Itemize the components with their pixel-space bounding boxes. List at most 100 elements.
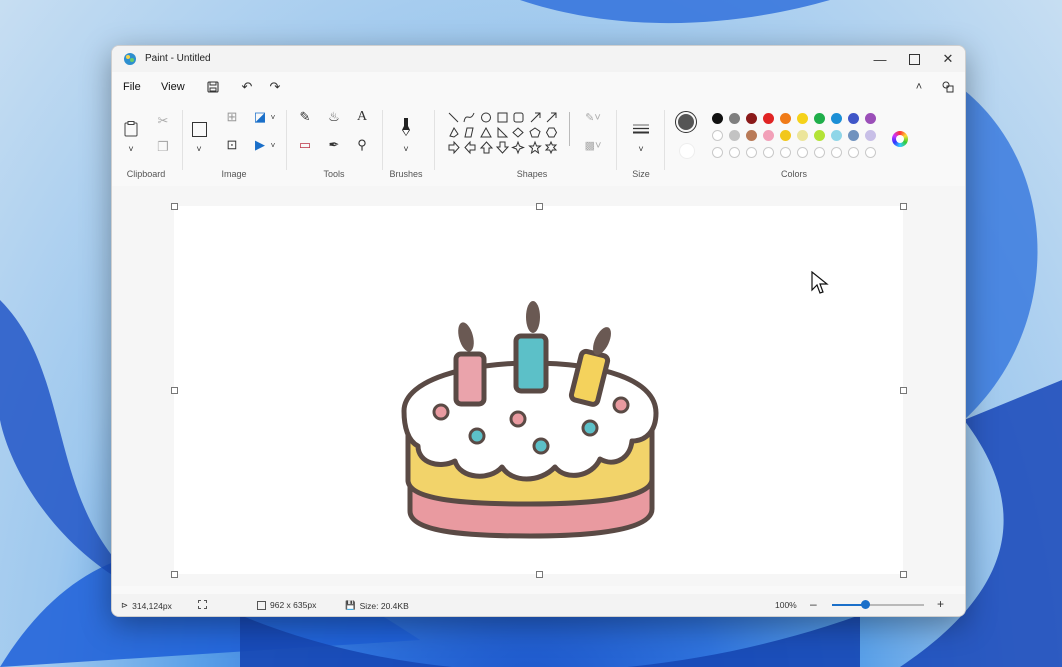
menu-file[interactable]: File [123,81,141,93]
custom-color-slot[interactable] [746,147,757,158]
zoom-out-button[interactable]: – [810,597,817,611]
selection-rectangle-icon [191,121,207,137]
chevron-up-icon: ˄ [915,81,923,93]
paste-dropdown[interactable]: ˅ [122,140,140,158]
color-swatch[interactable] [763,113,774,124]
pentagon-shape-icon [529,127,541,138]
color-swatch[interactable] [746,130,757,141]
zoom-slider[interactable] [832,600,924,609]
zoom-level: 100% [775,600,797,610]
edit-colors-button[interactable] [892,131,908,147]
fill-button[interactable]: ♨ [325,108,343,126]
resize-button[interactable]: ⊡ [223,136,241,154]
color-swatch[interactable] [797,130,808,141]
color1-selector[interactable] [675,111,697,133]
shapes-gallery[interactable] [446,111,562,157]
color2-selector[interactable] [679,143,695,159]
layers-button[interactable] [939,78,957,96]
chevron-down-icon: ˅ [638,144,644,154]
shapes-scroll-divider [569,112,570,146]
menu-view[interactable]: View [161,81,185,93]
chevron-down-icon: ˅ [128,144,134,154]
paste-icon [124,121,138,137]
custom-color-slot[interactable] [712,130,723,141]
resize-handle-bottom-right[interactable] [900,571,907,578]
custom-color-slot[interactable] [729,147,740,158]
text-icon: A [356,109,368,124]
shape-outline-button[interactable]: ✎˅ [584,108,602,126]
paste-button[interactable] [122,120,140,138]
resize-handle-bottom-left[interactable] [171,571,178,578]
line-shape-icon [448,112,459,123]
arrow-up-right-shape-icon [546,112,557,123]
eraser-button[interactable]: ▭ [296,136,314,154]
drawing-canvas[interactable] [174,206,903,574]
brushes-dropdown[interactable]: ˅ [397,140,415,158]
zoom-slider-thumb[interactable] [861,600,871,609]
custom-color-slot[interactable] [831,147,842,158]
color-swatch[interactable] [729,130,740,141]
image-select-dropdown[interactable]: ˅ [264,108,282,126]
group-label-clipboard: Clipboard [126,169,166,179]
oval-shape-icon [481,112,491,123]
magnifier-button[interactable]: ⚲ [353,136,371,154]
custom-color-slot[interactable] [763,147,774,158]
select-button[interactable] [190,120,208,138]
shape-fill-button[interactable]: ▩˅ [584,136,602,154]
select-dropdown[interactable]: ˅ [190,140,208,158]
custom-color-slot[interactable] [797,147,808,158]
rotate-dropdown[interactable]: ˅ [264,136,282,154]
copy-button[interactable]: ❐ [154,138,172,156]
color-swatch[interactable] [712,113,723,124]
divider [382,110,383,170]
custom-color-slot[interactable] [780,147,791,158]
undo-button[interactable]: ↶ [238,78,256,96]
color-swatch[interactable] [865,113,876,124]
pencil-button[interactable]: ✎ [296,108,314,126]
size-dropdown[interactable]: ˅ [632,140,650,158]
resize-handle-left[interactable] [171,387,178,394]
color-swatch[interactable] [780,113,791,124]
color-swatch[interactable] [831,130,842,141]
collapse-ribbon-button[interactable]: ˄ [910,78,928,96]
title-bar[interactable]: Paint - Untitled — ✕ [112,46,965,72]
color-swatch[interactable] [814,130,825,141]
resize-handle-top[interactable] [536,203,543,210]
chevron-down-icon: ˅ [196,144,202,154]
redo-button[interactable]: ↷ [266,78,284,96]
text-button[interactable]: A [353,108,371,126]
undo-icon: ↶ [241,79,253,94]
color-swatch[interactable] [797,113,808,124]
brushes-button[interactable] [397,118,415,136]
color-swatch[interactable] [865,130,876,141]
color-swatch[interactable] [780,130,791,141]
color-swatch[interactable] [831,113,842,124]
cut-button[interactable]: ✂ [154,112,172,130]
color-swatch[interactable] [848,113,859,124]
color-swatch[interactable] [814,113,825,124]
crop-button[interactable]: ⊞ [223,108,241,126]
resize-handle-bottom[interactable] [536,571,543,578]
custom-color-slot[interactable] [848,147,859,158]
custom-color-slot[interactable] [814,147,825,158]
color-swatch[interactable] [848,130,859,141]
freeform-shape-icon [464,127,474,138]
size-button[interactable] [632,120,650,138]
resize-handle-right[interactable] [900,387,907,394]
color-swatch[interactable] [729,113,740,124]
color-swatch[interactable] [763,130,774,141]
close-button[interactable]: ✕ [931,46,965,72]
zoom-in-button[interactable]: + [937,597,944,611]
resize-handle-top-right[interactable] [900,203,907,210]
color-swatch[interactable] [746,113,757,124]
arrow-diagonal-shape-icon [530,112,541,123]
custom-color-slot[interactable] [712,147,723,158]
paint-app-icon [124,53,136,65]
close-icon: ✕ [942,51,954,66]
maximize-button[interactable] [897,46,931,72]
resize-handle-top-left[interactable] [171,203,178,210]
minimize-button[interactable]: — [863,46,897,72]
save-button[interactable] [204,78,222,96]
custom-color-slot[interactable] [865,147,876,158]
color-picker-button[interactable]: ✒ [325,136,343,154]
